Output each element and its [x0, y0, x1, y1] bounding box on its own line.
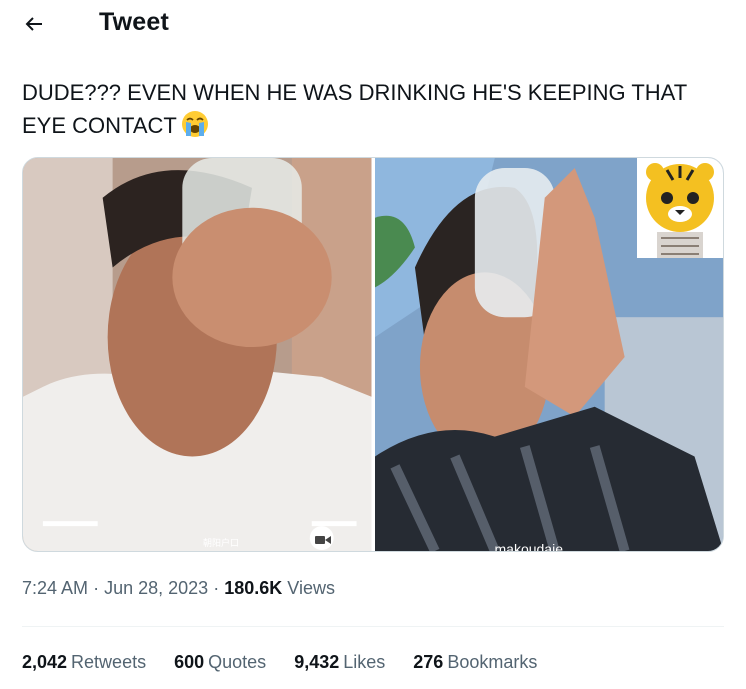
tweet-text: DUDE??? EVEN WHEN HE WAS DRINKING HE'S K…: [22, 76, 722, 147]
back-button[interactable]: [14, 4, 54, 44]
tiger-face-sticker: [636, 158, 723, 258]
photo-left-image: [23, 158, 372, 551]
tweet-stats: 2,042 Retweets 600 Quotes 9,432 Likes 276 Bo…: [22, 652, 537, 673]
right-caption-fragment: makoudaie: [494, 541, 564, 551]
views-count: 180.6K: [224, 578, 283, 598]
quotes-label: Quotes: [208, 652, 267, 672]
bookmarks-stat[interactable]: 276 Bookmarks: [413, 652, 537, 673]
divider: [22, 626, 724, 627]
retweets-stat[interactable]: 2,042 Retweets: [22, 652, 146, 673]
tweet-header: Tweet: [0, 0, 746, 50]
quotes-count: 600: [174, 652, 205, 672]
likes-stat[interactable]: 9,432 Likes: [294, 652, 385, 673]
arrow-left-icon: [25, 17, 42, 31]
loudly-crying-face-icon: [181, 110, 209, 147]
tweet-text-body: DUDE??? EVEN WHEN HE WAS DRINKING HE'S K…: [22, 80, 687, 138]
media-photo-right[interactable]: makoudaie: [374, 158, 723, 551]
likes-label: Likes: [343, 652, 386, 672]
tweet-metadata: 7:24 AM · Jun 28, 2023 · 180.6K Views: [22, 578, 335, 599]
bookmarks-count: 276: [413, 652, 444, 672]
tweet-media-grid[interactable]: 朝阳户口 makoudaie: [22, 157, 724, 552]
video-camera-icon: [315, 535, 331, 545]
quotes-stat[interactable]: 600 Quotes: [174, 652, 266, 673]
retweets-label: Retweets: [71, 652, 147, 672]
bookmarks-label: Bookmarks: [447, 652, 538, 672]
views-label: Views: [287, 578, 335, 598]
retweets-count: 2,042: [22, 652, 68, 672]
likes-count: 9,432: [294, 652, 340, 672]
media-photo-left[interactable]: 朝阳户口: [23, 158, 372, 551]
meta-separator: ·: [213, 578, 220, 598]
left-watermark: 朝阳户口: [203, 538, 240, 548]
tweet-time[interactable]: 7:24 AM: [22, 578, 88, 598]
tweet-date[interactable]: Jun 28, 2023: [104, 578, 208, 598]
meta-separator: ·: [93, 578, 100, 598]
page-title: Tweet: [99, 8, 169, 36]
